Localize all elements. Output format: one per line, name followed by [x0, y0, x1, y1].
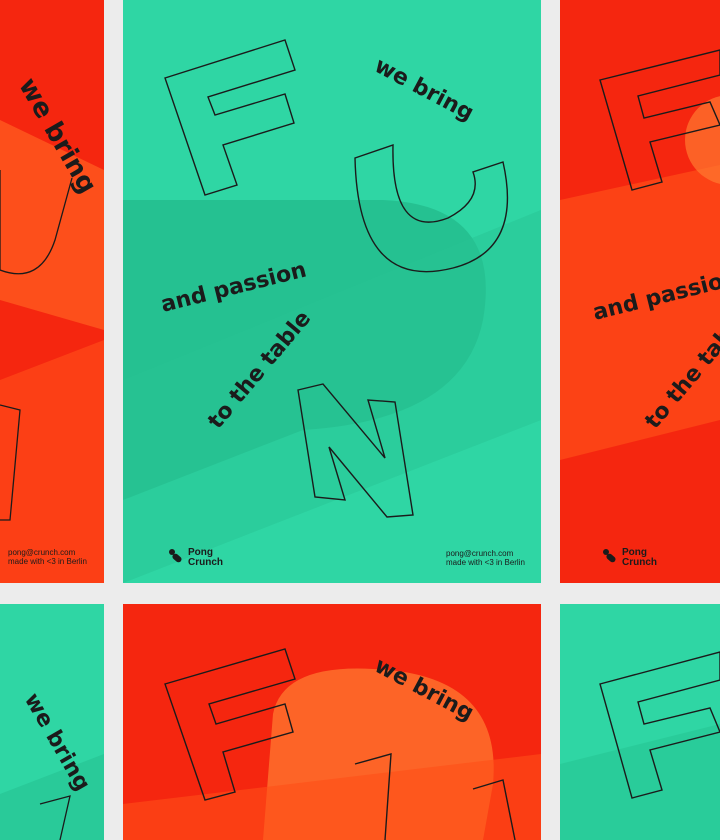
poster-top-left: we bring pong@crunch.com made with <3 in…: [0, 0, 104, 583]
poster-bottom-right-art: [560, 651, 720, 840]
email-text: pong@crunch.com: [446, 549, 514, 558]
made-with-text: made with <3 in Berlin: [8, 557, 87, 566]
poster-bottom-right: [560, 604, 720, 840]
poster-bottom-left: we bring: [0, 604, 104, 840]
brand-bottom: Crunch: [622, 557, 657, 568]
brand-logo: Pong Crunch: [168, 548, 223, 568]
poster-bottom-center: we bring: [123, 604, 541, 840]
poster-top-left-art: we bring: [0, 73, 104, 583]
paddle-icon: [602, 549, 618, 567]
email-text: pong@crunch.com: [8, 548, 76, 557]
line1-text: we bring: [370, 53, 477, 126]
brand-logo: Pong Crunch: [602, 548, 657, 568]
poster-bottom-left-art: we bring: [0, 689, 104, 840]
poster-bottom-center-art: we bring: [123, 648, 541, 840]
paddle-icon: [168, 549, 184, 567]
poster-top-right: and passion to the table Pong Crunch: [560, 0, 720, 583]
brand-bottom: Crunch: [188, 557, 223, 568]
made-with-text: made with <3 in Berlin: [446, 558, 525, 567]
poster-top-center-art: we bring and passion to the table: [123, 39, 541, 583]
poster-top-right-art: and passion to the table: [560, 49, 720, 460]
poster-top-center: we bring and passion to the table Pong Cr…: [123, 0, 541, 583]
